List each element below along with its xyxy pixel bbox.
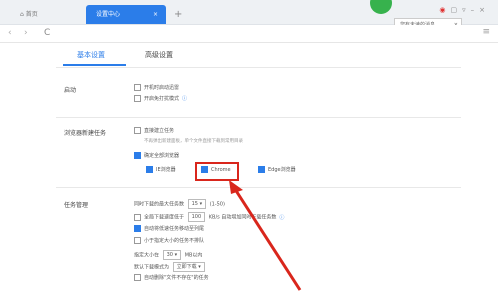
- annotation-arrow: [229, 180, 302, 291]
